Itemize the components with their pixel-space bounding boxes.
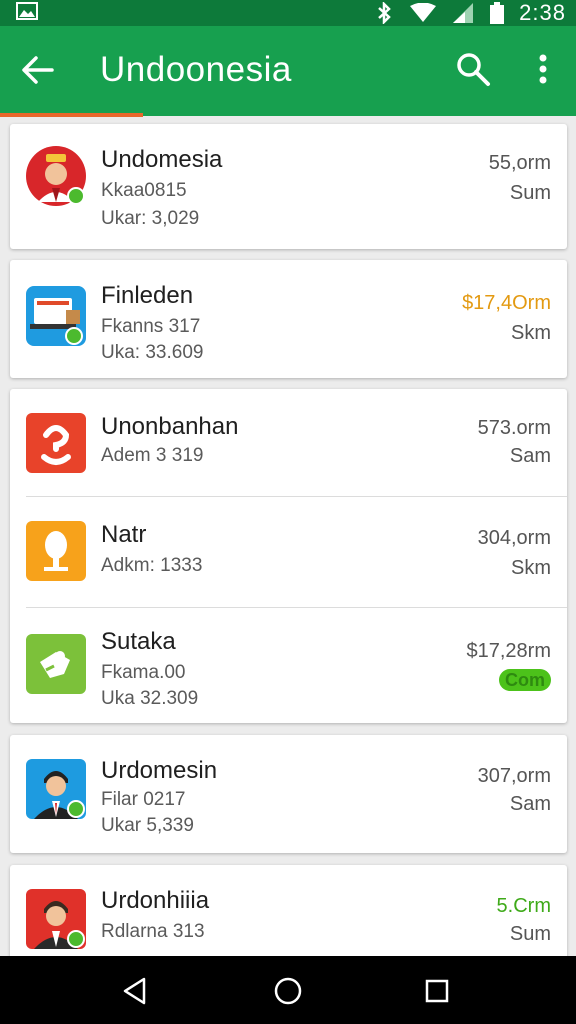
wifi-icon (410, 3, 437, 22)
item-name: Unonbanhan (101, 413, 239, 440)
item-unit: Sum (509, 923, 551, 945)
item-detail: Ukar 5,339 (101, 815, 194, 836)
list-card[interactable]: Finleden Fkanns 317 Uka: 33.609 $17,4Orm… (10, 260, 567, 378)
clock: 2:38 (519, 0, 566, 25)
list-card[interactable]: Urdomesin Filar 0217 Ukar 5,339 307,orm … (10, 735, 567, 853)
item-detail: Fkanns 317 (101, 316, 201, 337)
home-nav-icon[interactable] (273, 976, 303, 1006)
man-avatar-icon (26, 889, 86, 949)
item-price: 573.orm (477, 417, 551, 439)
item-unit: Sum (509, 182, 551, 204)
item-price: 5.Crm (496, 895, 551, 917)
back-nav-icon[interactable] (120, 976, 150, 1006)
item-detail: Adem 3 319 (101, 445, 204, 466)
recents-nav-icon[interactable] (424, 978, 450, 1004)
bluetooth-icon (378, 2, 391, 24)
item-unit: Skm (511, 322, 551, 344)
tab-indicator (0, 113, 143, 117)
item-name: Finleden (101, 282, 194, 309)
status-bar: 2:38 (0, 0, 576, 26)
signal-icon (453, 3, 474, 23)
item-unit: Sam (509, 793, 551, 815)
puzzle-icon (26, 634, 86, 694)
item-price: 307,orm (477, 765, 551, 787)
app-bar: Undoonesia (0, 26, 576, 116)
page-title: Undoonesia (100, 50, 292, 89)
app-red-icon (26, 413, 86, 473)
tree-icon (26, 521, 86, 581)
item-detail: Ukar: 3,029 (101, 208, 200, 229)
item-name: Urdomesin (101, 757, 218, 784)
list-item[interactable]: Unonbanhan Adem 3 319 573.orm Sam (10, 389, 567, 495)
list-card-group: Unonbanhan Adem 3 319 573.orm Sam Natr A… (10, 389, 567, 723)
more-options-icon[interactable] (530, 50, 556, 88)
doorman-avatar-icon (26, 146, 86, 206)
battery-icon (490, 2, 505, 24)
navigation-bar (0, 956, 576, 1024)
item-detail: Adkm: 1333 (101, 555, 203, 576)
item-detail: Uka: 33.609 (101, 342, 204, 363)
item-unit: Skm (511, 557, 551, 579)
list-card[interactable]: Undomesia Kkaa0815 Ukar: 3,029 55,orm Su… (10, 124, 567, 249)
item-detail: Filar 0217 (101, 789, 186, 810)
item-unit: Sam (509, 445, 551, 467)
list-card[interactable]: Urdonhiiia Rdlarna 313 5.Crm Sum (10, 865, 567, 965)
item-price: 304,orm (477, 527, 551, 549)
list-item[interactable]: Natr Adkm: 1333 304,orm Skm (10, 497, 567, 607)
item-name: Urdonhiiia (101, 887, 210, 914)
item-price: $17,28rm (466, 640, 552, 662)
search-icon[interactable] (454, 50, 492, 88)
price-badge: Com (499, 669, 551, 691)
item-detail: Rdlarna 313 (101, 921, 205, 942)
item-detail: Kkaa0815 (101, 180, 187, 201)
businessman-avatar-icon (26, 759, 86, 819)
item-detail: Fkama.00 (101, 662, 186, 683)
gallery-icon (16, 2, 38, 20)
item-name: Natr (101, 521, 147, 548)
item-price: 55,orm (488, 152, 551, 174)
item-detail: Uka 32.309 (101, 688, 199, 709)
item-price: $17,4Orm (462, 292, 551, 314)
computer-shop-icon (26, 286, 86, 346)
list-item[interactable]: Sutaka Fkama.00 Uka 32.309 $17,28rm Com (10, 608, 567, 723)
item-name: Undomesia (101, 146, 223, 173)
back-arrow-icon[interactable] (20, 52, 56, 88)
item-name: Sutaka (101, 628, 176, 655)
